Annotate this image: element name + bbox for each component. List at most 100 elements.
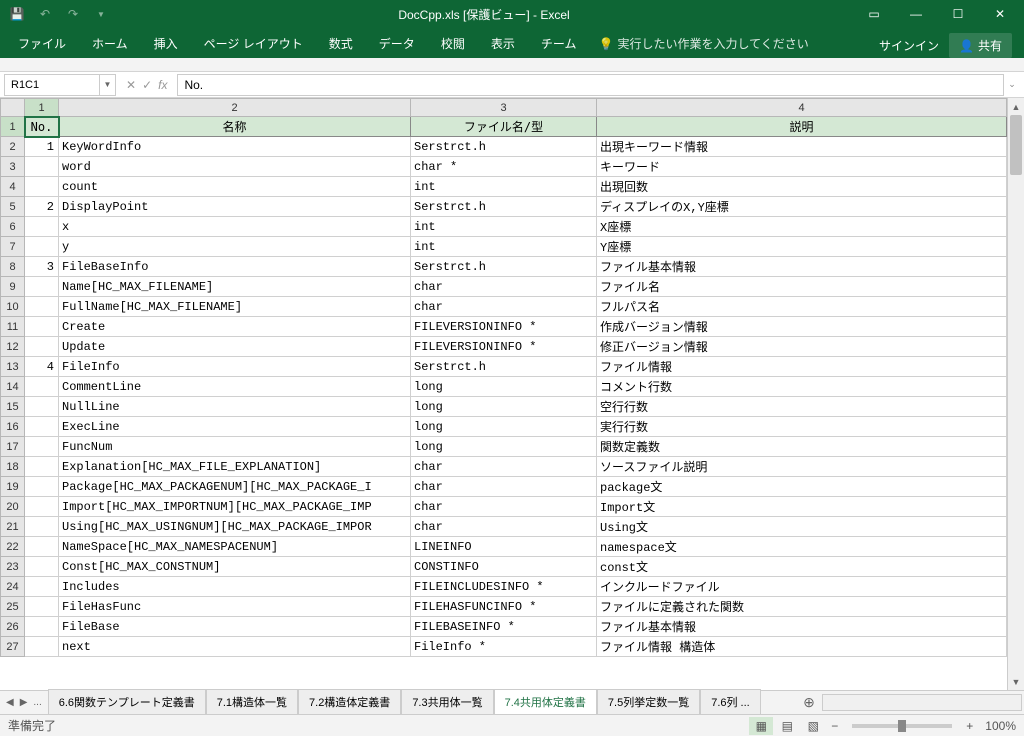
row-header[interactable]: 16 (1, 417, 25, 437)
row-header[interactable]: 21 (1, 517, 25, 537)
row-header[interactable]: 11 (1, 317, 25, 337)
sheet-tab[interactable]: 7.5列挙定数一覧 (597, 689, 700, 716)
cell[interactable]: FileBase (59, 617, 411, 637)
cell[interactable]: Y座標 (597, 237, 1007, 257)
minimize-icon[interactable]: — (896, 0, 936, 28)
cell[interactable]: Import[HC_MAX_IMPORTNUM][HC_MAX_PACKAGE_… (59, 497, 411, 517)
enter-formula-icon[interactable]: ✓ (142, 78, 152, 92)
row-header[interactable]: 12 (1, 337, 25, 357)
cell[interactable]: X座標 (597, 217, 1007, 237)
row-header[interactable]: 5 (1, 197, 25, 217)
cell[interactable]: const文 (597, 557, 1007, 577)
tab-formulas[interactable]: 数式 (317, 29, 365, 58)
fx-icon[interactable]: fx (158, 78, 167, 92)
cell[interactable]: インクルードファイル (597, 577, 1007, 597)
cell[interactable]: Serstrct.h (411, 197, 597, 217)
sheet-tab[interactable]: 7.4共用体定義書 (494, 689, 597, 716)
cell[interactable]: y (59, 237, 411, 257)
scroll-up-icon[interactable]: ▲ (1008, 98, 1024, 115)
row-header[interactable]: 10 (1, 297, 25, 317)
cell[interactable]: word (59, 157, 411, 177)
cell[interactable]: FileBaseInfo (59, 257, 411, 277)
cell[interactable]: char (411, 517, 597, 537)
name-box[interactable]: R1C1 (4, 74, 100, 96)
cell[interactable]: ファイルに定義された関数 (597, 597, 1007, 617)
cell[interactable]: コメント行数 (597, 377, 1007, 397)
row-header[interactable]: 8 (1, 257, 25, 277)
tab-file[interactable]: ファイル (6, 29, 78, 58)
cell[interactable]: package文 (597, 477, 1007, 497)
cell[interactable]: Serstrct.h (411, 257, 597, 277)
cell[interactable]: 4 (25, 357, 59, 377)
cell[interactable]: FileInfo * (411, 637, 597, 657)
row-header[interactable]: 3 (1, 157, 25, 177)
cell[interactable]: count (59, 177, 411, 197)
zoom-out-button[interactable]: − (827, 719, 842, 733)
cell[interactable]: int (411, 237, 597, 257)
sheet-tab[interactable]: 7.2構造体定義書 (298, 689, 401, 716)
new-sheet-button[interactable]: ⊕ (798, 694, 820, 711)
cell[interactable]: Import文 (597, 497, 1007, 517)
select-all-corner[interactable] (1, 99, 25, 117)
row-header[interactable]: 19 (1, 477, 25, 497)
cell[interactable]: ファイル基本情報 (597, 617, 1007, 637)
row-header[interactable]: 17 (1, 437, 25, 457)
col-header[interactable]: 3 (411, 99, 597, 117)
cell[interactable]: char (411, 497, 597, 517)
share-button[interactable]: 👤 共有 (949, 33, 1012, 58)
row-header[interactable]: 24 (1, 577, 25, 597)
cell[interactable]: Create (59, 317, 411, 337)
cell[interactable]: 作成バージョン情報 (597, 317, 1007, 337)
cell[interactable] (25, 297, 59, 317)
cell[interactable]: long (411, 397, 597, 417)
cell[interactable] (25, 377, 59, 397)
sheet-tab[interactable]: 7.6列 ... (700, 689, 761, 716)
row-header[interactable]: 20 (1, 497, 25, 517)
cell[interactable]: キーワード (597, 157, 1007, 177)
tab-insert[interactable]: 挿入 (142, 29, 190, 58)
cell[interactable]: Using[HC_MAX_USINGNUM][HC_MAX_PACKAGE_IM… (59, 517, 411, 537)
cell[interactable]: 説明 (597, 117, 1007, 137)
cell[interactable]: Package[HC_MAX_PACKAGENUM][HC_MAX_PACKAG… (59, 477, 411, 497)
cell[interactable]: 3 (25, 257, 59, 277)
cell[interactable]: int (411, 217, 597, 237)
col-header[interactable]: 4 (597, 99, 1007, 117)
cell[interactable]: long (411, 437, 597, 457)
sheet-tab[interactable]: 7.1構造体一覧 (206, 689, 298, 716)
cell[interactable]: char (411, 477, 597, 497)
cell[interactable]: 出現キーワード情報 (597, 137, 1007, 157)
cell[interactable]: namespace文 (597, 537, 1007, 557)
row-header[interactable]: 9 (1, 277, 25, 297)
row-header[interactable]: 14 (1, 377, 25, 397)
cell[interactable]: long (411, 377, 597, 397)
cell[interactable] (25, 177, 59, 197)
cell[interactable]: ファイル名/型 (411, 117, 597, 137)
cell[interactable]: Includes (59, 577, 411, 597)
row-header[interactable]: 18 (1, 457, 25, 477)
cell[interactable]: 2 (25, 197, 59, 217)
cell[interactable] (25, 537, 59, 557)
save-icon[interactable]: 💾 (4, 2, 30, 26)
cell[interactable]: 1 (25, 137, 59, 157)
row-header[interactable]: 7 (1, 237, 25, 257)
scroll-thumb[interactable] (1010, 115, 1022, 175)
cell[interactable]: ソースファイル説明 (597, 457, 1007, 477)
cell[interactable]: ファイル情報 (597, 357, 1007, 377)
row-header[interactable]: 4 (1, 177, 25, 197)
undo-icon[interactable]: ↶ (32, 2, 58, 26)
cell[interactable]: FullName[HC_MAX_FILENAME] (59, 297, 411, 317)
cell[interactable] (25, 317, 59, 337)
cancel-formula-icon[interactable]: ✕ (126, 78, 136, 92)
cell[interactable]: Serstrct.h (411, 357, 597, 377)
cell[interactable]: char (411, 297, 597, 317)
zoom-in-button[interactable]: + (962, 719, 977, 733)
tab-home[interactable]: ホーム (80, 29, 140, 58)
close-icon[interactable]: ✕ (980, 0, 1020, 28)
cell[interactable] (25, 397, 59, 417)
qat-customize-icon[interactable]: ▼ (88, 2, 114, 26)
row-header[interactable]: 13 (1, 357, 25, 377)
cell[interactable]: CONSTINFO (411, 557, 597, 577)
spreadsheet-grid[interactable]: 1 2 3 4 1 No. 名称 ファイル名/型 説明 2 1 KeyWordI… (0, 98, 1007, 690)
cell[interactable] (25, 617, 59, 637)
row-header[interactable]: 15 (1, 397, 25, 417)
